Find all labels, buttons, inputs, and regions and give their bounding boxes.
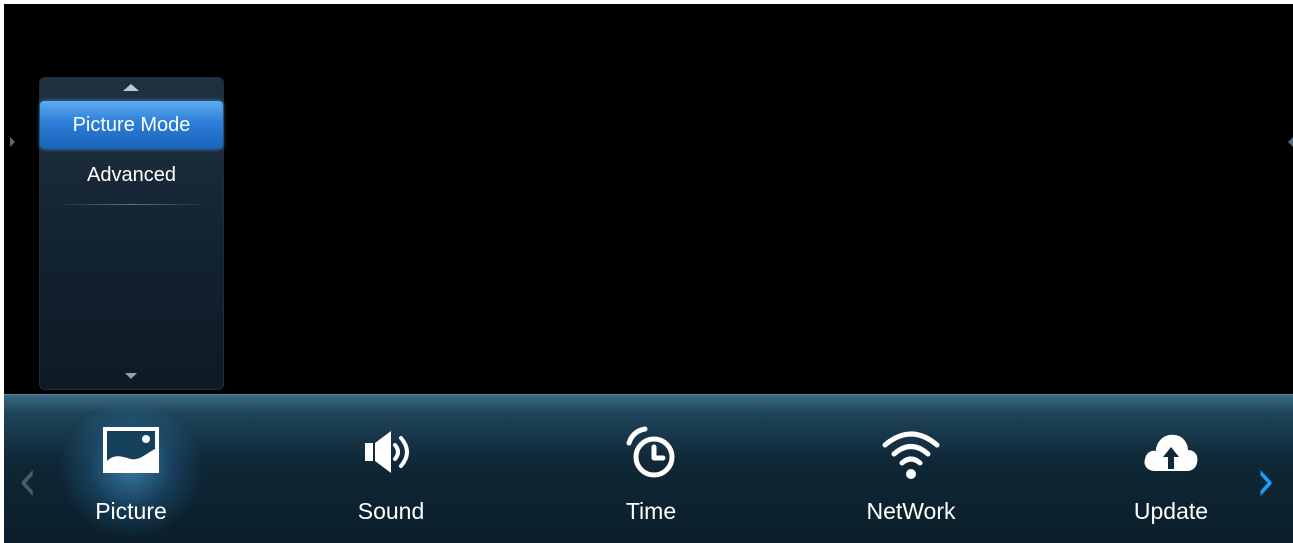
nav-item-network[interactable]: NetWork xyxy=(826,395,996,543)
nav-item-label: Time xyxy=(625,498,677,524)
nav-item-update[interactable]: Update xyxy=(1086,395,1256,543)
bottom-navigation-bar: ‹ Picture Sound Time NetWork Update › xyxy=(4,394,1293,543)
picture-submenu: Picture Mode Advanced xyxy=(39,77,224,390)
submenu-item-label: Advanced xyxy=(87,163,176,186)
submenu-divider xyxy=(54,204,210,205)
nav-item-time[interactable]: Time xyxy=(566,395,736,543)
picture-icon xyxy=(101,423,161,483)
previous-arrow-icon[interactable]: ‹ xyxy=(18,452,37,510)
scroll-down-arrow-icon[interactable] xyxy=(125,373,137,379)
submenu-item-advanced[interactable]: Advanced xyxy=(40,151,223,199)
nav-item-picture[interactable]: Picture xyxy=(46,395,216,543)
left-edge-arrow-icon xyxy=(10,137,15,147)
nav-item-sound[interactable]: Sound xyxy=(306,395,476,543)
next-arrow-icon[interactable]: › xyxy=(1256,452,1275,510)
nav-item-label: Picture xyxy=(95,498,167,524)
submenu-item-label: Picture Mode xyxy=(72,113,191,136)
submenu-item-picture-mode[interactable]: Picture Mode xyxy=(40,101,223,149)
tv-screen: Picture Mode Advanced ‹ Picture Sound Ti… xyxy=(4,4,1293,543)
cloud-upload-icon xyxy=(1141,423,1201,483)
nav-item-label: Sound xyxy=(357,498,425,524)
scroll-up-arrow-icon[interactable] xyxy=(123,84,139,91)
right-edge-arrow-icon xyxy=(1288,137,1293,147)
speaker-icon xyxy=(361,423,421,483)
nav-item-label: NetWork xyxy=(866,498,956,524)
clock-icon xyxy=(621,423,681,483)
nav-item-label: Update xyxy=(1133,498,1209,524)
wifi-icon xyxy=(881,423,941,483)
